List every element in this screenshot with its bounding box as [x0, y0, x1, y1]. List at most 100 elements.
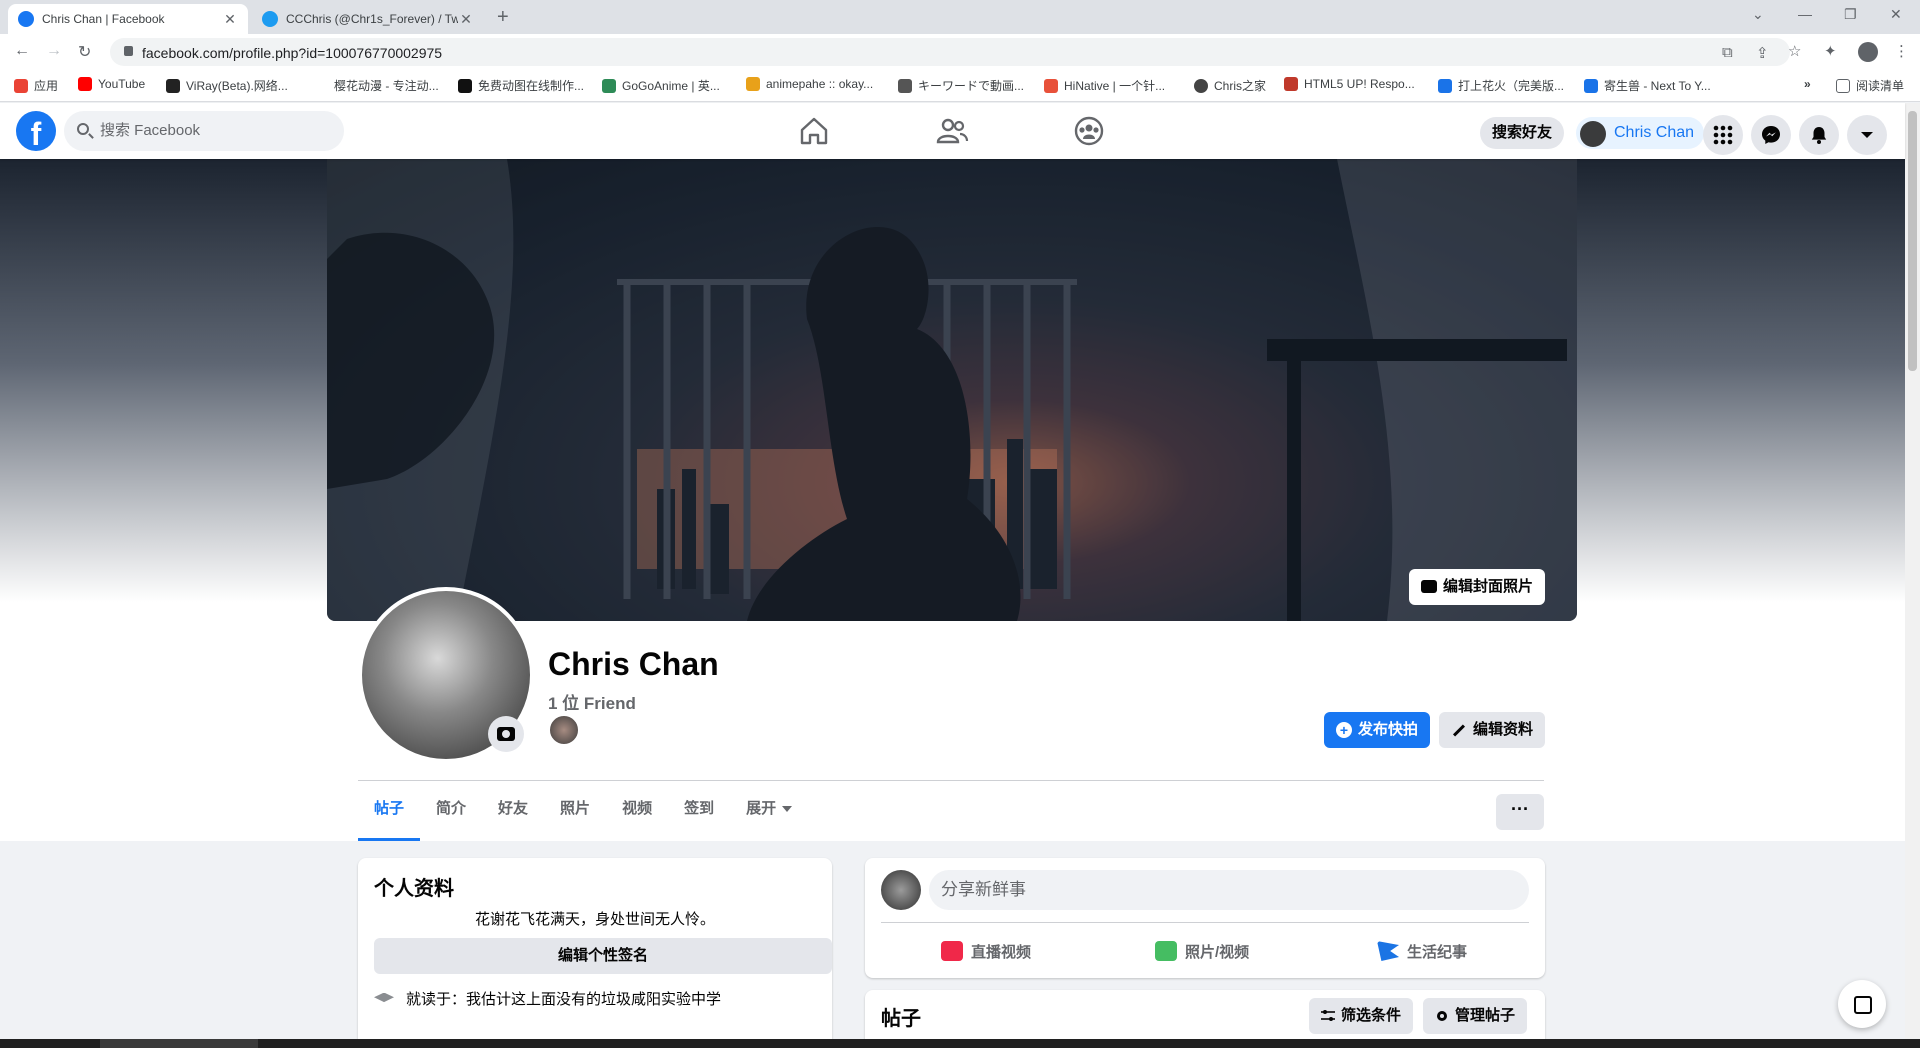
url-bar[interactable]: facebook.com/profile.php?id=100076770002… [110, 38, 1801, 66]
add-story-button[interactable]: + 发布快拍 [1324, 712, 1431, 748]
tab-more-label: 展开 [746, 800, 777, 817]
tab-about[interactable]: 简介 [420, 781, 482, 841]
close-window-icon[interactable]: ✕ [1890, 6, 1902, 23]
new-tab-button[interactable]: + [497, 6, 509, 29]
youtube-icon [78, 77, 92, 91]
tab-photos[interactable]: 照片 [544, 781, 606, 841]
browser-tab-facebook[interactable]: Chris Chan | Facebook ✕ [8, 4, 248, 34]
bookmark-label: 免费动图在线制作... [478, 79, 585, 93]
restore-icon[interactable]: ❐ [1844, 6, 1857, 23]
bookmark-animepahe[interactable]: animepahe :: okay... [746, 77, 873, 91]
reload-icon[interactable]: ↻ [78, 42, 91, 62]
tab-search-icon[interactable]: ⌄ [1752, 6, 1764, 23]
tab-friends[interactable]: 好友 [482, 781, 544, 841]
cover-photo[interactable]: 编辑封面照片 [327, 159, 1577, 621]
bookmark-html5up[interactable]: HTML5 UP! Respo... [1284, 77, 1415, 91]
page-scrollbar[interactable] [1905, 103, 1920, 1039]
globe-icon [1194, 78, 1208, 93]
bookmark-youtube[interactable]: YouTube [78, 77, 145, 91]
address-bar-row: ← → ↻ facebook.com/profile.php?id=100076… [0, 34, 1920, 70]
posts-title: 帖子 [881, 1008, 921, 1030]
photo-video-button[interactable]: 照片/视频 [1155, 933, 1249, 969]
edit-profile-button[interactable]: 编辑资料 [1439, 712, 1546, 748]
post-composer: 分享新鲜事 直播视频 照片/视频 生活纪事 [865, 858, 1545, 978]
bookmark-yinghua[interactable]: 樱花动漫 - 专注动... [314, 77, 439, 94]
live-video-button[interactable]: 直播视频 [941, 933, 1031, 969]
groups-icon[interactable] [1071, 113, 1107, 149]
life-event-label: 生活纪事 [1407, 943, 1468, 961]
browser-tab-twitter[interactable]: CCChris (@Chr1s_Forever) / Tw ✕ [252, 4, 484, 34]
intro-title: 个人资料 [374, 878, 454, 900]
manage-posts-button[interactable]: 管理帖子 [1423, 998, 1528, 1034]
more-bookmarks-button[interactable]: » [1804, 77, 1811, 91]
browser-menu-icon[interactable]: ⋮ [1894, 42, 1909, 60]
close-icon[interactable]: ✕ [458, 11, 474, 28]
avatar [1580, 121, 1606, 147]
whats-new-input[interactable]: 分享新鲜事 [929, 870, 1529, 910]
bookmark-gogoanime[interactable]: GoGoAnime | 英... [602, 77, 720, 94]
tab-videos[interactable]: 视频 [606, 781, 668, 841]
search-placeholder: 搜索 Facebook [100, 122, 201, 139]
bookmark-label: 应用 [34, 79, 59, 93]
bookmark-label: animepahe :: okay... [766, 77, 874, 91]
edit-cover-label: 编辑封面照片 [1442, 578, 1533, 595]
edit-bio-button[interactable]: 编辑个性签名 [374, 938, 832, 974]
camera-icon [1420, 580, 1437, 593]
site-icon [1584, 78, 1598, 93]
animepahe-icon [746, 77, 760, 91]
friends-icon[interactable] [934, 113, 970, 149]
facebook-logo[interactable]: f [16, 111, 56, 151]
more-options-button[interactable]: ··· [1496, 794, 1544, 830]
bookmark-hinative[interactable]: HiNative | 一个针... [1044, 77, 1165, 94]
apps-grid-icon [14, 78, 28, 93]
bookmark-star-icon[interactable]: ☆ [1788, 42, 1801, 60]
profile-header-card [0, 621, 1905, 841]
bookmark-uchiage-hanabi[interactable]: 打上花火（完美版... [1438, 77, 1564, 94]
bookmark-chris-home[interactable]: Chris之家 [1194, 77, 1266, 94]
home-icon[interactable] [796, 113, 832, 149]
yinghua-icon [314, 78, 328, 93]
bookmark-viray[interactable]: ViRay(Beta).网络... [166, 77, 288, 94]
url-text[interactable]: facebook.com/profile.php?id=100076770002… [142, 45, 442, 61]
live-video-label: 直播视频 [971, 943, 1032, 961]
tab-checkins[interactable]: 签到 [668, 781, 730, 841]
photo-video-label: 照片/视频 [1185, 943, 1250, 961]
bookmark-apps[interactable]: 应用 [14, 77, 58, 94]
menu-grid-button[interactable] [1703, 115, 1743, 155]
bookmark-gif-maker[interactable]: 免费动图在线制作... [458, 77, 584, 94]
bookmark-keyword-video[interactable]: キーワードで動画... [898, 77, 1024, 94]
grid-icon [1713, 125, 1733, 145]
friend-count[interactable]: 1 位 Friend [548, 689, 636, 714]
extensions-icon[interactable]: ✦ [1824, 42, 1837, 60]
browser-profile-icon[interactable] [1858, 42, 1878, 62]
search-facebook-input[interactable]: 搜索 Facebook [64, 111, 344, 151]
profile-shortcut[interactable]: Chris Chan [1576, 117, 1705, 149]
posts-header-card: 帖子 筛选条件 管理帖子 [865, 990, 1545, 1039]
taskbar-item[interactable] [100, 1039, 258, 1048]
edit-cover-photo-button[interactable]: 编辑封面照片 [1408, 569, 1545, 605]
tab-more[interactable]: 展开 [730, 781, 808, 841]
share-icon[interactable]: ⇪ [1756, 44, 1769, 62]
facebook-header: f 搜索 Facebook 搜索好友 Chris Chan [0, 103, 1905, 159]
avatar[interactable] [881, 870, 921, 910]
close-icon[interactable]: ✕ [222, 11, 238, 28]
filter-button[interactable]: 筛选条件 [1309, 998, 1414, 1034]
tab-posts[interactable]: 帖子 [358, 781, 421, 841]
live-video-icon [941, 941, 963, 961]
friend-avatar[interactable] [548, 714, 580, 746]
account-menu-button[interactable] [1847, 115, 1887, 155]
minimize-icon[interactable]: — [1798, 6, 1812, 22]
forward-icon[interactable]: → [46, 42, 62, 60]
messenger-button[interactable] [1751, 115, 1791, 155]
translate-icon[interactable]: ⧉ [1722, 44, 1733, 61]
new-message-button[interactable] [1838, 980, 1886, 1028]
profile-tabs: 帖子 简介 好友 照片 视频 签到 展开 [358, 781, 808, 841]
scrollbar-thumb[interactable] [1908, 111, 1917, 371]
notifications-button[interactable] [1799, 115, 1839, 155]
back-icon[interactable]: ← [14, 42, 30, 60]
update-profile-picture-button[interactable] [488, 716, 524, 752]
find-friends-button[interactable]: 搜索好友 [1480, 117, 1565, 149]
bookmark-kiseijuu[interactable]: 寄生兽 - Next To Y... [1584, 77, 1711, 94]
life-event-button[interactable]: 生活纪事 [1377, 933, 1467, 969]
reading-list[interactable]: 阅读清单 [1836, 77, 1904, 94]
